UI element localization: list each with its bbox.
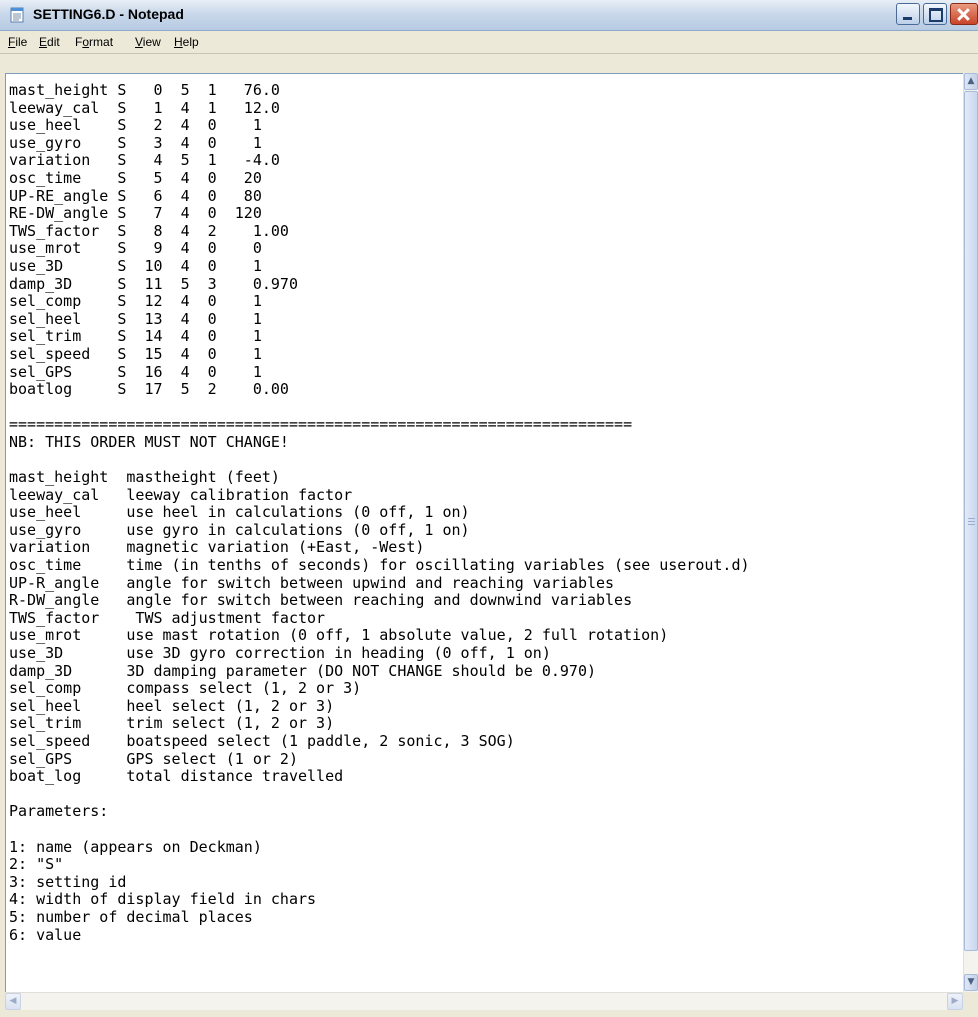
menu-help[interactable]: Help <box>174 35 199 49</box>
notepad-window: SETTING6.D - Notepad File Edit Format Vi… <box>0 0 978 1017</box>
menu-view-mnemonic: V <box>135 35 143 49</box>
menu-file[interactable]: File <box>8 35 27 49</box>
menu-file-label: ile <box>15 35 28 49</box>
notepad-icon <box>10 7 24 23</box>
menu-edit-label: dit <box>47 35 60 49</box>
menu-view-label: iew <box>142 35 161 49</box>
window-title: SETTING6.D - Notepad <box>33 6 184 22</box>
menu-help-label: elp <box>182 35 199 49</box>
editor-content[interactable]: mast_height S 0 5 1 76.0 leeway_cal S 1 … <box>6 74 963 944</box>
grip-line <box>968 518 975 519</box>
menu-edit-mnemonic: E <box>39 35 48 49</box>
minimize-button[interactable] <box>896 3 920 25</box>
menu-bar: File Edit Format View Help <box>0 31 978 54</box>
scroll-left-button[interactable]: ◀ <box>5 993 21 1010</box>
scroll-right-button[interactable]: ▶ <box>947 993 963 1010</box>
chevron-up-icon: ▲ <box>967 76 975 86</box>
title-bar[interactable]: SETTING6.D - Notepad <box>0 0 978 31</box>
grip-line <box>968 521 975 522</box>
chevron-down-icon: ▼ <box>967 977 975 987</box>
grip-line <box>968 524 975 525</box>
menu-view[interactable]: View <box>135 35 161 49</box>
scroll-thumb[interactable] <box>964 91 978 951</box>
menu-format-label: rmat <box>89 35 114 49</box>
resize-grip[interactable] <box>963 992 978 1010</box>
chevron-right-icon: ▶ <box>951 996 959 1006</box>
text-editor[interactable]: mast_height S 0 5 1 76.0 leeway_cal S 1 … <box>5 73 963 992</box>
menu-format[interactable]: Format <box>75 35 113 49</box>
menu-edit[interactable]: Edit <box>39 35 60 49</box>
scroll-down-button[interactable]: ▼ <box>964 974 978 991</box>
vertical-scrollbar[interactable]: ▲ ▼ <box>963 73 978 992</box>
horizontal-scrollbar[interactable]: ◀ ▶ <box>5 992 963 1010</box>
maximize-button[interactable] <box>923 3 947 25</box>
scroll-up-button[interactable]: ▲ <box>964 73 978 90</box>
chevron-left-icon: ◀ <box>9 996 17 1006</box>
menu-help-mnemonic: H <box>174 35 183 49</box>
close-button[interactable] <box>950 3 978 25</box>
